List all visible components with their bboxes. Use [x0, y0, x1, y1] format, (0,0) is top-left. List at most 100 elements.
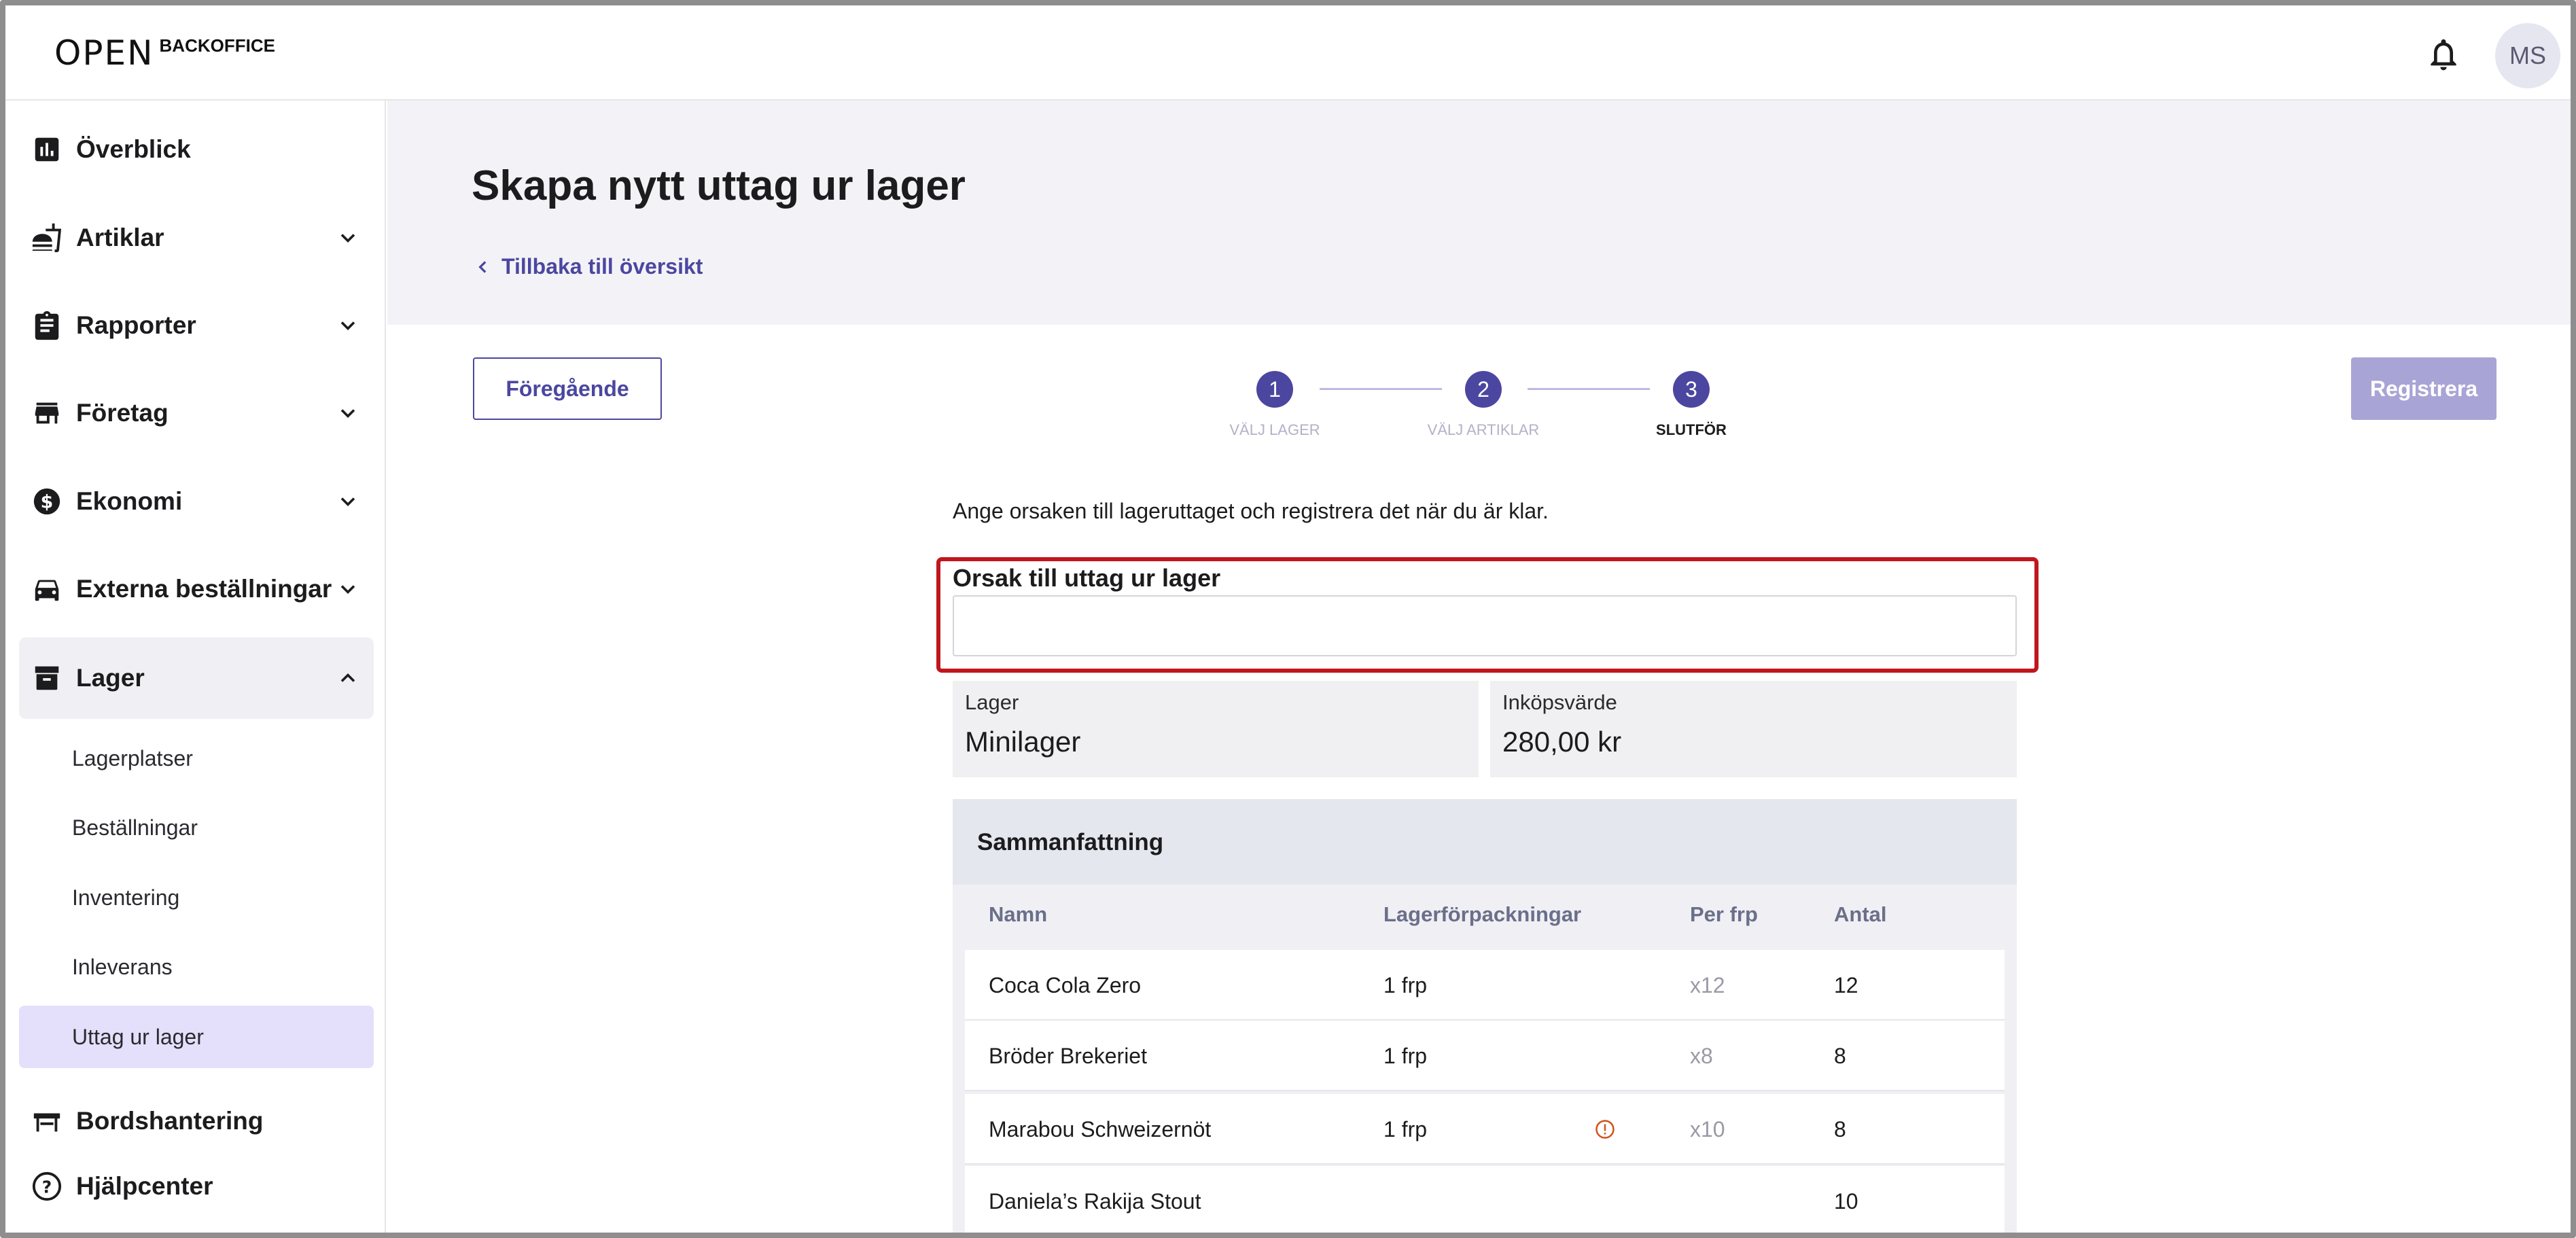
- sidebar-subitem-label: Uttag ur lager: [72, 1024, 204, 1049]
- sidebar-subitem-inleverans[interactable]: Inleverans: [19, 936, 374, 998]
- column-header-name: Namn: [989, 902, 1048, 926]
- clipboard-icon: [35, 311, 59, 340]
- table-row: Marabou Schweizernöt 1 frp x10 8: [965, 1094, 2005, 1165]
- purchase-value-label: Inköpsvärde: [1502, 690, 1617, 714]
- sidebar-subitem-label: Inventering: [72, 885, 180, 910]
- sidebar-item-ekonomi[interactable]: $ Ekonomi: [19, 461, 374, 542]
- sidebar-item-label: Externa beställningar: [76, 575, 332, 603]
- sidebar-subitem-bestallningar[interactable]: Beställningar: [19, 796, 374, 859]
- dollar-icon: $: [33, 488, 60, 515]
- sidebar-item-label: Bordshantering: [76, 1107, 264, 1135]
- column-header-per-package: Per frp: [1690, 902, 1758, 926]
- cell-packages: 1 frp: [1383, 1043, 1428, 1068]
- chevron-down-icon: [340, 234, 355, 243]
- step-1-label: VÄLJ LAGER: [1229, 421, 1320, 438]
- step-3-indicator: 3: [1673, 371, 1710, 408]
- summary-header: Sammanfattning: [953, 799, 2017, 885]
- sidebar-item-externa-bestallningar[interactable]: Externa beställningar: [19, 548, 374, 630]
- cell-packages: 1 frp: [1383, 972, 1428, 997]
- archive-icon: [35, 666, 59, 690]
- cell-name: Bröder Brekeriet: [989, 1043, 1147, 1068]
- bell-icon[interactable]: [2424, 35, 2463, 73]
- sidebar-item-overblick[interactable]: Överblick: [19, 109, 374, 190]
- column-header-packages: Lagerförpackningar: [1383, 902, 1582, 926]
- reason-label: Orsak till uttag ur lager: [953, 564, 1221, 592]
- sidebar-item-lager[interactable]: Lager: [19, 637, 374, 719]
- app-window: OPEN BACKOFFICE MS Överblick Artiklar Ra…: [0, 0, 2576, 1238]
- table-row: Daniela’s Rakija Stout 10: [965, 1166, 2005, 1233]
- sidebar-subitem-lagerplatser[interactable]: Lagerplatser: [19, 727, 374, 790]
- chevron-down-icon: [340, 585, 355, 595]
- chevron-down-icon: [340, 409, 355, 419]
- chevron-up-icon: [340, 673, 355, 682]
- purchase-value-card: Inköpsvärde 280,00 kr: [1490, 681, 2017, 777]
- step-connector: [1320, 388, 1442, 390]
- instructions-text: Ange orsaken till lageruttaget och regis…: [953, 499, 1549, 523]
- cell-quantity: 12: [1834, 972, 1858, 997]
- sidebar-item-foretag[interactable]: Företag: [19, 372, 374, 454]
- reason-input[interactable]: [953, 595, 2017, 656]
- sidebar-subitem-inventering[interactable]: Inventering: [19, 866, 374, 929]
- sidebar-subitem-label: Inleverans: [72, 954, 173, 979]
- lager-value: Minilager: [965, 726, 1081, 758]
- logo-text: BACKOFFICE: [159, 35, 275, 56]
- cell-packages: 1 frp: [1383, 1116, 1428, 1142]
- cell-per-package: x10: [1690, 1116, 1725, 1142]
- table-row: Bröder Brekeriet 1 frp x8 8: [965, 1021, 2005, 1091]
- car-icon: [35, 580, 59, 601]
- back-link[interactable]: Tillbaka till översikt: [474, 254, 703, 279]
- summary-panel: Sammanfattning Namn Lagerförpackningar P…: [953, 799, 2017, 1233]
- step-3-label: SLUTFÖR: [1656, 421, 1727, 438]
- top-bar: OPEN BACKOFFICE MS: [5, 5, 2571, 101]
- register-button[interactable]: Registrera: [2351, 357, 2496, 420]
- svg-text:$: $: [41, 492, 54, 513]
- cell-name: Marabou Schweizernöt: [989, 1116, 1212, 1142]
- food-icon: [32, 223, 62, 253]
- chevron-left-icon: [478, 260, 487, 273]
- step-2-label: VÄLJ ARTIKLAR: [1427, 421, 1540, 438]
- sidebar-subitem-label: Lagerplatser: [72, 745, 193, 771]
- cell-quantity: 10: [1834, 1188, 1858, 1214]
- cell-per-package: x8: [1690, 1043, 1713, 1068]
- logo-mark: OPEN: [54, 33, 154, 73]
- table-icon: [33, 1113, 60, 1132]
- cell-quantity: 8: [1834, 1116, 1846, 1142]
- sidebar-item-rapporter[interactable]: Rapporter: [19, 285, 374, 366]
- back-link-label: Tillbaka till översikt: [501, 254, 703, 279]
- purchase-value: 280,00 kr: [1502, 726, 1622, 758]
- cell-per-package: x12: [1690, 972, 1725, 997]
- step-connector: [1528, 388, 1650, 390]
- page-header: [387, 101, 2571, 325]
- sidebar-item-label: Hjälpcenter: [76, 1172, 213, 1200]
- sidebar-item-artiklar[interactable]: Artiklar: [19, 197, 374, 279]
- previous-button[interactable]: Föregående: [473, 357, 662, 420]
- cell-quantity: 8: [1834, 1043, 1846, 1068]
- sidebar-item-label: Ekonomi: [76, 487, 183, 515]
- column-header-quantity: Antal: [1834, 902, 1887, 926]
- store-icon: [35, 402, 59, 424]
- sidebar: Överblick Artiklar Rapporter Företag $ E…: [5, 101, 386, 1233]
- step-1-indicator: 1: [1256, 371, 1293, 408]
- chevron-down-icon: [340, 497, 355, 507]
- avatar[interactable]: MS: [2495, 23, 2560, 88]
- table-row: Coca Cola Zero 1 frp x12 12: [965, 950, 2005, 1021]
- help-icon: ?: [32, 1171, 62, 1201]
- sidebar-item-label: Överblick: [76, 135, 191, 163]
- sidebar-item-hjalpcenter[interactable]: ? Hjälpcenter: [19, 1146, 374, 1227]
- sidebar-item-label: Företag: [76, 399, 169, 427]
- logo[interactable]: OPEN BACKOFFICE: [54, 33, 275, 73]
- sidebar-item-label: Rapporter: [76, 311, 196, 339]
- sidebar-subitem-uttag-ur-lager[interactable]: Uttag ur lager: [19, 1006, 374, 1068]
- step-2-indicator: 2: [1465, 371, 1502, 408]
- sidebar-subitem-label: Beställningar: [72, 815, 198, 840]
- sidebar-item-label: Lager: [76, 664, 145, 692]
- chevron-down-icon: [340, 321, 355, 331]
- cell-name: Daniela’s Rakija Stout: [989, 1188, 1201, 1214]
- lager-label: Lager: [965, 690, 1019, 714]
- lager-card: Lager Minilager: [953, 681, 1479, 777]
- warning-icon[interactable]: [1595, 1119, 1615, 1139]
- chart-icon: [35, 137, 59, 162]
- cell-name: Coca Cola Zero: [989, 972, 1142, 997]
- svg-text:?: ?: [42, 1178, 52, 1197]
- summary-title: Sammanfattning: [977, 829, 1164, 855]
